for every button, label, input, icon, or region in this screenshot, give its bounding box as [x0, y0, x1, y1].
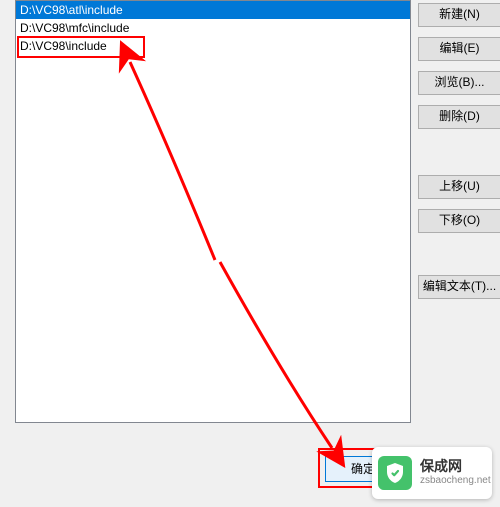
new-button[interactable]: 新建(N) [418, 3, 500, 27]
watermark-url: zsbaocheng.net [420, 474, 491, 488]
list-item[interactable]: D:\VC98\mfc\include [16, 19, 410, 37]
watermark-title: 保成网 [420, 458, 491, 474]
watermark-badge: 保成网 zsbaocheng.net [372, 447, 492, 499]
list-item[interactable]: D:\VC98\include [16, 37, 410, 55]
delete-button[interactable]: 删除(D) [418, 105, 500, 129]
shield-icon [378, 456, 412, 490]
movedn-button[interactable]: 下移(O) [418, 209, 500, 233]
include-paths-listbox[interactable]: D:\VC98\atl\include D:\VC98\mfc\include … [15, 0, 411, 423]
list-item[interactable]: D:\VC98\atl\include [16, 1, 410, 19]
browse-button[interactable]: 浏览(B)... [418, 71, 500, 95]
moveup-button[interactable]: 上移(U) [418, 175, 500, 199]
edit-text-button[interactable]: 编辑文本(T)... [418, 275, 500, 299]
edit-button[interactable]: 编辑(E) [418, 37, 500, 61]
